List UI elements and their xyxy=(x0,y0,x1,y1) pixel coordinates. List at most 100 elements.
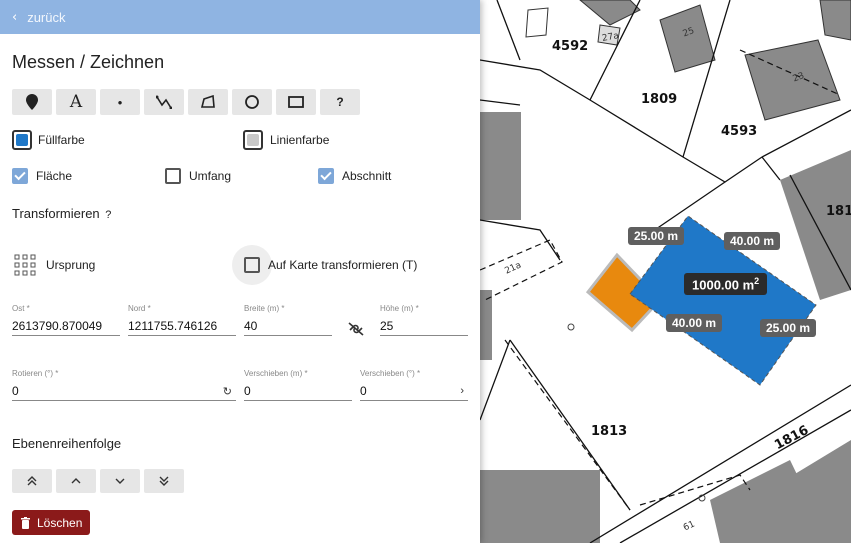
circle-icon xyxy=(245,95,259,109)
width-input[interactable]: 40 xyxy=(244,316,332,336)
origin-label: Ursprung xyxy=(46,258,96,272)
origin-selector[interactable]: Ursprung xyxy=(14,254,95,276)
building-shape xyxy=(480,290,492,360)
polygon-tool-button[interactable] xyxy=(188,89,228,115)
chevron-down-icon xyxy=(115,478,125,484)
height-field[interactable]: Höhe (m) * 25 xyxy=(380,304,468,336)
chevron-left-icon: ‹ xyxy=(12,9,18,25)
building-shape xyxy=(480,470,600,543)
rotate-field[interactable]: Rotieren (°) * 0 ↻ xyxy=(12,369,236,401)
move-to-top-button[interactable] xyxy=(12,469,52,493)
rotate-input[interactable]: 0 xyxy=(12,381,236,401)
transform-title: Transformieren xyxy=(12,206,100,221)
double-chevron-down-icon xyxy=(159,476,169,486)
shift-m-field[interactable]: Verschieben (m) * 0 xyxy=(244,369,352,401)
line-color-picker[interactable] xyxy=(243,130,263,150)
width-field[interactable]: Breite (m) * 40 xyxy=(244,304,332,336)
parcel-label: 1813 xyxy=(591,424,627,439)
east-field[interactable]: Ost * 2613790.870049 xyxy=(12,304,120,336)
parcel-label: 1809 xyxy=(641,92,677,107)
north-input[interactable]: 1211755.746126 xyxy=(128,316,236,336)
north-label: Nord * xyxy=(128,304,151,313)
perimeter-checkbox[interactable] xyxy=(165,168,181,184)
fill-color-picker[interactable] xyxy=(12,130,32,150)
rectangle-tool-button[interactable] xyxy=(276,89,316,115)
circle-tool-button[interactable] xyxy=(232,89,272,115)
double-chevron-up-icon xyxy=(27,476,37,486)
help-icon: ? xyxy=(336,95,344,109)
transform-on-map-row[interactable]: Auf Karte transformieren (T) xyxy=(232,245,417,285)
line-color-row: Linienfarbe xyxy=(243,130,329,150)
layer-order-buttons xyxy=(12,469,184,493)
building-shape xyxy=(819,0,851,41)
shift-deg-input[interactable]: 0 xyxy=(360,381,468,401)
segment-checkbox[interactable] xyxy=(318,168,334,184)
measure-label-bottom-right: 25.00 m xyxy=(760,319,817,337)
east-input[interactable]: 2613790.870049 xyxy=(12,316,120,336)
height-label: Höhe (m) * xyxy=(380,304,419,313)
transform-heading: Transformieren ? xyxy=(12,206,111,221)
transform-on-map-checkbox[interactable] xyxy=(244,257,260,273)
parcel-label: 1816 xyxy=(772,423,811,453)
height-input[interactable]: 25 xyxy=(380,316,468,336)
survey-point xyxy=(567,323,575,331)
parcel-label: 181 xyxy=(826,204,851,219)
delete-label: Löschen xyxy=(37,515,83,530)
drawing-toolbar: A • ? xyxy=(12,89,360,115)
map-pin-icon xyxy=(26,94,38,110)
fill-color-label: Füllfarbe xyxy=(38,133,85,147)
text-tool-button[interactable]: A xyxy=(56,89,96,115)
link-ratio-button[interactable] xyxy=(347,321,365,342)
layer-order-heading: Ebenenreihenfolge xyxy=(12,436,122,451)
transform-help-icon[interactable]: ? xyxy=(105,209,111,221)
shift-deg-label: Verschieben (°) * xyxy=(360,369,421,378)
point-tool-button[interactable]: • xyxy=(100,89,140,115)
text-icon: A xyxy=(69,92,83,112)
area-checkbox-row[interactable]: Fläche xyxy=(12,168,72,184)
house-number: 21a xyxy=(503,260,523,276)
fill-color-row: Füllfarbe xyxy=(12,130,85,150)
delete-button[interactable]: Löschen xyxy=(12,510,91,535)
parcel-label: 4593 xyxy=(721,124,757,139)
back-label: zurück xyxy=(27,9,66,25)
segment-checkbox-row[interactable]: Abschnitt xyxy=(318,168,391,184)
north-field[interactable]: Nord * 1211755.746126 xyxy=(128,304,236,336)
area-label: 1000.00 m2 xyxy=(684,273,768,296)
perimeter-checkbox-label: Umfang xyxy=(189,169,232,183)
line-color-label: Linienfarbe xyxy=(270,133,330,147)
move-up-button[interactable] xyxy=(56,469,96,493)
unlink-icon xyxy=(348,322,364,336)
back-button[interactable]: ‹ zurück xyxy=(0,0,480,34)
chevron-up-icon xyxy=(71,478,81,484)
page-title: Messen / Zeichnen xyxy=(12,52,165,72)
shift-m-label: Verschieben (m) * xyxy=(244,369,308,378)
parcel-label: 4592 xyxy=(552,39,588,54)
segment-checkbox-label: Abschnitt xyxy=(342,169,392,183)
area-value: 1000.00 m xyxy=(692,277,755,293)
marker-tool-button[interactable] xyxy=(12,89,52,115)
rotate-icon[interactable]: ↻ xyxy=(223,385,232,398)
polygon-icon xyxy=(200,95,215,108)
polyline-icon xyxy=(156,95,172,109)
measure-draw-panel: ‹ zurück Messen / Zeichnen A • ? Füllfar… xyxy=(0,0,480,543)
measure-label-top-right: 40.00 m xyxy=(724,232,781,250)
line-color-swatch xyxy=(247,134,259,146)
shift-deg-field[interactable]: Verschieben (°) * 0 › xyxy=(360,369,468,401)
origin-grid-icon xyxy=(14,254,36,276)
area-checkbox[interactable] xyxy=(12,168,28,184)
width-label: Breite (m) * xyxy=(244,304,285,313)
area-checkbox-label: Fläche xyxy=(36,169,73,183)
line-tool-button[interactable] xyxy=(144,89,184,115)
measure-label-bottom-left: 40.00 m xyxy=(666,314,723,332)
shift-m-input[interactable]: 0 xyxy=(244,381,352,401)
rectangle-icon xyxy=(288,96,304,108)
move-down-button[interactable] xyxy=(100,469,140,493)
perimeter-checkbox-row[interactable]: Umfang xyxy=(165,168,231,184)
transform-on-map-label: Auf Karte transformieren (T) xyxy=(268,258,418,272)
building-shape xyxy=(780,150,851,300)
move-to-bottom-button[interactable] xyxy=(144,469,184,493)
building-shape xyxy=(579,0,641,26)
help-tool-button[interactable]: ? xyxy=(320,89,360,115)
house-number: 61 xyxy=(682,519,697,533)
chevron-right-icon[interactable]: › xyxy=(460,385,464,397)
